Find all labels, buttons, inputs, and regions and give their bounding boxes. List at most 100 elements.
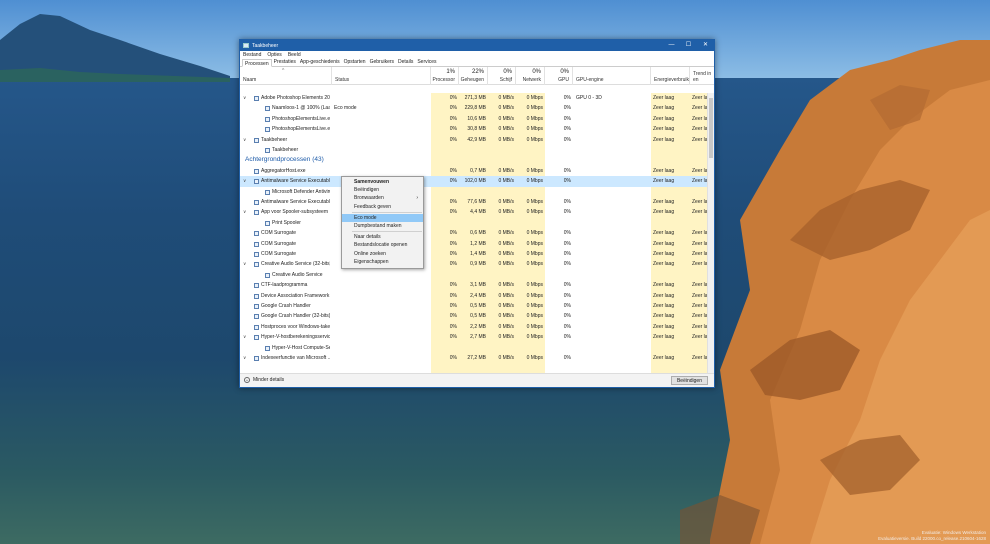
- cell-disk: 0 MB/s: [498, 230, 514, 237]
- process-row[interactable]: PhotoshopElementsLive.exe 0% 30,8 MB 0 MB/s…: [240, 124, 708, 134]
- cell-cpu: 0%: [449, 95, 457, 101]
- context-menu-item[interactable]: Dumpbestand maken: [342, 222, 423, 230]
- context-menu-item[interactable]: Naar details: [342, 233, 423, 241]
- process-row[interactable]: ∨ App voor Spooler-subsysteem 0% 4,4 MB 0 MB…: [240, 207, 708, 217]
- column-gpu-engine[interactable]: GPU-engine: [573, 67, 651, 85]
- cell-disk: 0 MB/s: [498, 323, 514, 330]
- column-name[interactable]: Naam: [240, 67, 332, 85]
- expand-chevron-icon[interactable]: ∨: [243, 135, 246, 145]
- title-bar[interactable]: Taakbeheer — ☐ ✕: [240, 40, 714, 51]
- process-row[interactable]: ∨ Indexeerfunctie van Microsoft ... 0% 27,2…: [240, 353, 708, 363]
- process-row[interactable]: ∨ Taakbeheer 0% 42,9 MB 0 MB/s 0 Mbps 0% Zeer l…: [240, 135, 708, 145]
- tab-processes[interactable]: Processen: [242, 59, 272, 67]
- cell-disk: 0 MB/s: [498, 115, 514, 122]
- context-menu-item[interactable]: Eigenschappen: [342, 258, 423, 266]
- context-menu-item[interactable]: Eco mode: [342, 213, 423, 222]
- column-disk[interactable]: 0% Schijf: [488, 67, 516, 85]
- process-row[interactable]: Antimalware Service Executable... 0% 77,6 …: [240, 197, 708, 207]
- expand-chevron-icon[interactable]: ∨: [243, 93, 246, 103]
- tab-app-history[interactable]: App-geschiedenis: [298, 58, 342, 66]
- vertical-scrollbar[interactable]: [707, 93, 714, 373]
- end-task-button[interactable]: Beëindigen: [670, 376, 708, 385]
- process-row[interactable]: Taakbeheer: [240, 145, 708, 155]
- cell-name: Adobe Photoshop Elements 202...: [261, 95, 330, 101]
- context-menu-item[interactable]: Samenvouwen: [342, 178, 423, 186]
- menu-file[interactable]: Bestand: [243, 52, 261, 58]
- cell-cpu: 0%: [449, 105, 457, 112]
- cell-power-trend: Zeer laa: [692, 209, 708, 216]
- column-gpu[interactable]: 0% GPU: [545, 67, 573, 85]
- maximize-button[interactable]: ☐: [680, 40, 697, 51]
- cell-gpu: 0%: [563, 323, 571, 330]
- close-button[interactable]: ✕: [697, 40, 714, 51]
- column-power-usage[interactable]: Energieverbruik: [651, 67, 690, 85]
- fewer-details-link[interactable]: ^ Minder details: [244, 377, 284, 383]
- process-row[interactable]: Google Crash Handler 0% 0,5 MB 0 MB/s 0 Mbps…: [240, 301, 708, 311]
- process-icon: [254, 262, 259, 268]
- process-row[interactable]: COM Surrogate 0% 1,2 MB 0 MB/s 0 Mbps 0% Zeer …: [240, 239, 708, 249]
- tab-startup[interactable]: Opstarten: [342, 58, 368, 66]
- process-row[interactable]: Google Crash Handler (32-bits) 0% 0,5 MB 0 …: [240, 311, 708, 321]
- process-row[interactable]: ∨ Hyper-V-hostberekeningsservice 0% 2,7 MB 0…: [240, 332, 708, 342]
- cell-disk: 0 MB/s: [498, 251, 514, 257]
- cell-power-trend: Zeer laa: [692, 136, 708, 143]
- process-row[interactable]: CTF-laadprogramma 0% 3,1 MB 0 MB/s 0 Mbps 0% Z…: [240, 280, 708, 290]
- cell-name: Hyper-V-hostberekeningsservice: [261, 334, 330, 341]
- tab-performance[interactable]: Prestaties: [272, 58, 298, 66]
- process-icon: [254, 137, 259, 143]
- process-row[interactable]: ∨ Creative Audio Service (32-bits) 0% 0,9 M…: [240, 259, 708, 269]
- cell-power-usage: Zeer laag: [653, 282, 675, 289]
- cell-network: 0 Mbps: [526, 115, 543, 122]
- tab-services[interactable]: Services: [415, 58, 438, 66]
- process-icon: [254, 252, 259, 257]
- cell-gpu: 0%: [563, 292, 571, 299]
- column-memory[interactable]: 22% Geheugen: [459, 67, 488, 85]
- column-status[interactable]: Status: [332, 67, 431, 85]
- process-row[interactable]: Microsoft Defender Antivirus...: [240, 187, 708, 197]
- cell-disk: 0 MB/s: [498, 209, 514, 216]
- process-icon: [254, 314, 259, 320]
- process-row[interactable]: COM Surrogate 0% 0,6 MB 0 MB/s 0 Mbps 0% Zeer …: [240, 228, 708, 238]
- cell-power-usage: Zeer laag: [653, 115, 675, 122]
- cell-cpu: 0%: [449, 261, 457, 268]
- minimize-button[interactable]: —: [663, 40, 680, 51]
- context-menu-item[interactable]: Bestandslocatie openen: [342, 241, 423, 249]
- process-row[interactable]: Print Spooler: [240, 218, 708, 228]
- cell-power-trend: Zeer laa: [692, 251, 708, 257]
- cell-gpu: 0%: [563, 105, 571, 112]
- column-cpu[interactable]: 1% Processor: [431, 67, 459, 85]
- cell-power-trend: Zeer laa: [692, 334, 708, 341]
- cell-cpu: 0%: [449, 230, 457, 237]
- process-row[interactable]: Device Association Framework ... 0% 2,4 MB…: [240, 291, 708, 301]
- expand-chevron-icon[interactable]: ∨: [243, 353, 246, 363]
- expand-chevron-icon[interactable]: ∨: [243, 332, 246, 342]
- context-menu-item[interactable]: Online zoeken: [342, 250, 423, 258]
- process-icon: [254, 283, 259, 289]
- expand-chevron-icon[interactable]: ∨: [243, 176, 246, 186]
- cell-power-trend: Zeer laa: [692, 303, 708, 309]
- process-row[interactable]: Creative Audio Service: [240, 270, 708, 280]
- cell-network: 0 Mbps: [526, 167, 543, 174]
- tab-details[interactable]: Details: [396, 58, 415, 66]
- group-header[interactable]: Achtergrondprocessen (43): [240, 155, 708, 165]
- context-menu-item[interactable]: Beëindigen: [342, 186, 423, 194]
- tab-users[interactable]: Gebruikers: [368, 58, 396, 66]
- process-row[interactable]: Hyper-V-Host Compute-Ser...: [240, 343, 708, 353]
- expand-chevron-icon[interactable]: ∨: [243, 207, 246, 217]
- context-menu-item[interactable]: Bronwaarden ›: [342, 194, 423, 202]
- process-row[interactable]: AggregatorHost.exe 0% 0,7 MB 0 MB/s 0 Mbps 0%…: [240, 166, 708, 176]
- scrollbar-thumb[interactable]: [709, 98, 713, 158]
- context-menu-item[interactable]: Feedback geven: [342, 203, 423, 211]
- process-row[interactable]: ∨ Adobe Photoshop Elements 202... 0% 271,3 …: [240, 93, 708, 103]
- column-network[interactable]: 0% Netwerk: [516, 67, 545, 85]
- cell-gpu: 0%: [563, 209, 571, 216]
- cell-name: AggregatorHost.exe: [261, 167, 306, 174]
- process-row[interactable]: ∨ Antimalware Service Executable 0% 102,0 M…: [240, 176, 708, 187]
- process-row[interactable]: Naamloos-1 @ 100% (Laag 1... Eco mode 0% 22…: [240, 103, 708, 113]
- process-row[interactable]: PhotoshopElementsLive.exe 0% 10,6 MB 0 MB/s…: [240, 114, 708, 124]
- process-row[interactable]: COM Surrogate 0% 1,4 MB 0 MB/s 0 Mbps 0% Zeer …: [240, 249, 708, 259]
- column-power-trend[interactable]: Trend in en: [690, 67, 714, 85]
- expand-chevron-icon[interactable]: ∨: [243, 259, 246, 269]
- cell-memory: 2,4 MB: [470, 292, 486, 299]
- process-row[interactable]: Hostproces voor Windows-taken 0% 2,2 MB 0 M…: [240, 322, 708, 332]
